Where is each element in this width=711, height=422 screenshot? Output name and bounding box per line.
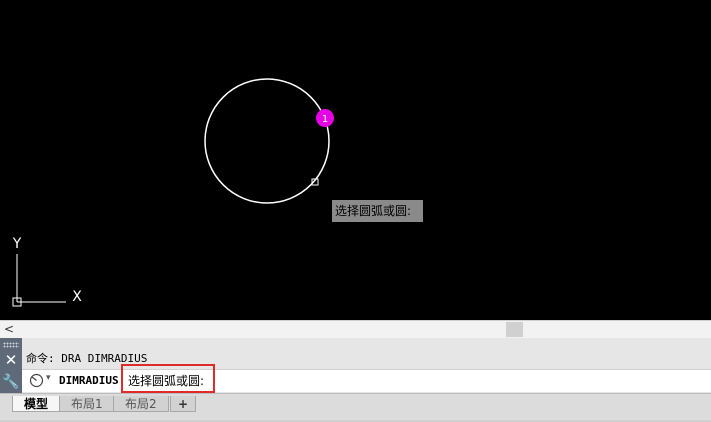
drag-grip-icon[interactable]	[3, 342, 19, 348]
command-customize-icon[interactable]	[29, 373, 44, 388]
close-icon[interactable]: ✕	[0, 350, 22, 370]
wrench-icon[interactable]: 🔧	[0, 372, 22, 392]
scroll-thumb[interactable]	[506, 322, 523, 337]
drawing-canvas[interactable]: 1 Y X 选择圆弧或圆:	[0, 0, 711, 320]
ucs-icon: Y X	[12, 236, 82, 307]
chevron-down-icon[interactable]: ▾	[46, 373, 51, 383]
add-layout-button[interactable]: +	[170, 396, 197, 412]
scroll-left-icon[interactable]: <	[4, 321, 14, 337]
horizontal-scrollbar[interactable]: <	[0, 320, 711, 338]
tab-layout1[interactable]: 布局1	[59, 396, 115, 412]
tab-layout2[interactable]: 布局2	[113, 396, 169, 412]
command-window-sidebar: ✕ 🔧	[0, 338, 22, 393]
ucs-x-label: X	[72, 289, 82, 305]
circle-object[interactable]	[204, 78, 330, 204]
ucs-y-label: Y	[12, 236, 22, 252]
prompt-highlight-box	[121, 364, 215, 393]
cursor-tooltip: 选择圆弧或圆:	[332, 200, 423, 222]
tab-model[interactable]: 模型	[12, 396, 61, 412]
active-command-name: DIMRADIUS	[59, 374, 119, 387]
drawing-svg: 1 Y X	[12, 78, 334, 307]
layout-tab-bar: 模型 布局1 布局2 +	[0, 393, 711, 422]
grip-number: 1	[322, 114, 328, 125]
